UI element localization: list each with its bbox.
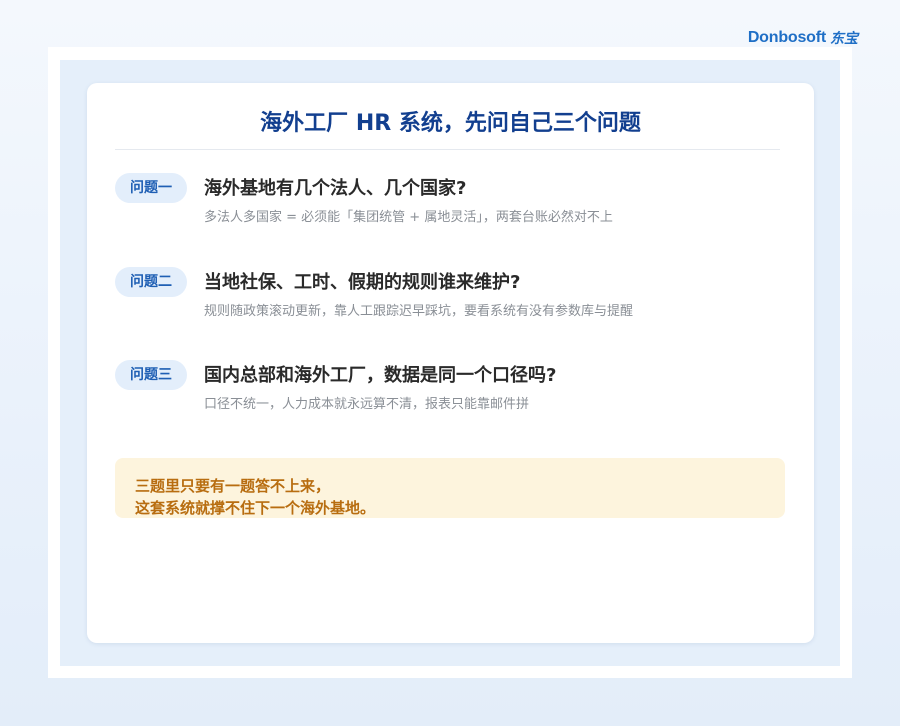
page-title: 海外工厂 HR 系统，先问自己三个问题 — [260, 111, 641, 136]
question-item-2: 问题二 当地社保、工时、假期的规则谁来维护? 规则随政策滚动更新，靠人工跟踪迟早… — [115, 267, 785, 327]
brand-name: Donbosoft — [747, 29, 826, 46]
highlight-note: 三题里只要有一题答不上来， 这套系统就撑不住下一个海外基地。 — [115, 458, 785, 518]
question-item-1: 问题一 海外基地有几个法人、几个国家? 多法人多国家 = 必须能「集团统管 + … — [115, 173, 785, 233]
brand-signature: 东宝 — [830, 31, 858, 47]
note-line-1: 三题里只要有一题答不上来， — [135, 477, 331, 495]
title-divider — [115, 149, 780, 150]
question-detail-1: 多法人多国家 = 必须能「集团统管 + 属地灵活」，两套台账必然对不上 — [204, 210, 613, 225]
note-line-2: 这套系统就撑不住下一个海外基地。 — [135, 499, 376, 517]
question-heading-3: 国内总部和海外工厂，数据是同一个口径吗? — [204, 365, 557, 386]
question-detail-2: 规则随政策滚动更新，靠人工跟踪迟早踩坑，要看系统有没有参数库与提醒 — [204, 304, 634, 319]
brand-logo: Donbosoft 东宝 — [748, 28, 858, 48]
question-detail-3: 口径不统一，人力成本就永远算不清，报表只能靠邮件拼 — [204, 397, 530, 412]
content-card: 海外工厂 HR 系统，先问自己三个问题 问题一 海外基地有几个法人、几个国家? … — [87, 83, 814, 643]
question-heading-1: 海外基地有几个法人、几个国家? — [204, 178, 467, 199]
question-badge-3: 问题三 — [115, 360, 187, 390]
question-item-3: 问题三 国内总部和海外工厂，数据是同一个口径吗? 口径不统一，人力成本就永远算不… — [115, 360, 785, 420]
question-badge-1: 问题一 — [115, 173, 187, 203]
question-heading-2: 当地社保、工时、假期的规则谁来维护? — [204, 272, 521, 293]
question-badge-2: 问题二 — [115, 267, 187, 297]
